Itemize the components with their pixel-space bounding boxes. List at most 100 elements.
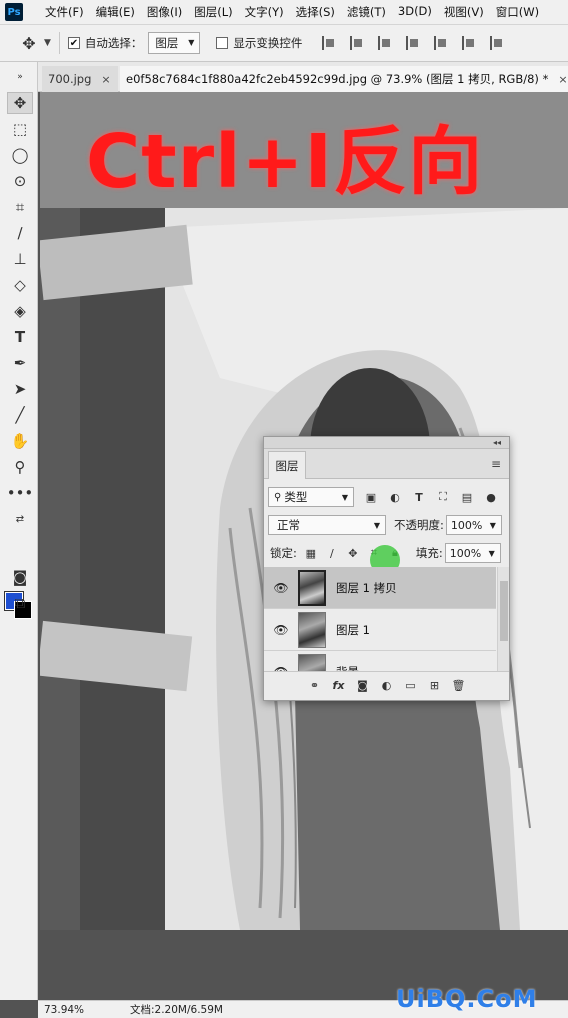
move-tool-icon[interactable]: ✥ [18, 32, 40, 54]
marquee-tool-icon[interactable]: ⬚ [7, 118, 33, 140]
brush-tool-icon[interactable]: ∕ [7, 222, 33, 244]
align-bottom-icon[interactable] [378, 36, 392, 50]
align-left-icon[interactable] [406, 36, 420, 50]
align-vcenter-icon[interactable] [350, 36, 364, 50]
opacity-field[interactable]: 100% ▼ [445, 515, 502, 535]
layer-kind-filter-dropdown[interactable]: ⚲ 类型 ▼ [268, 487, 354, 507]
eraser-tool-icon[interactable]: ◇ [7, 274, 33, 296]
type-tool-icon[interactable]: T [7, 326, 33, 348]
collapse-icon[interactable]: » [7, 66, 33, 88]
canvas-top-area: Ctrl+I反向 [40, 92, 568, 208]
close-icon[interactable]: × [101, 73, 110, 86]
layer-thumbnail [298, 653, 326, 671]
menu-items: 文件(F) 编辑(E) 图像(I) 图层(L) 文字(Y) 选择(S) 滤镜(T… [45, 4, 551, 20]
type-filter-icon[interactable]: T [412, 490, 426, 504]
shape-filter-icon[interactable]: ⛶ [436, 490, 450, 504]
adjustment-filter-icon[interactable]: ◐ [388, 490, 402, 504]
crop-tool-icon[interactable]: ⌗ [7, 196, 33, 218]
fx-icon[interactable]: fx [330, 678, 348, 694]
zoom-tool-icon[interactable]: ⚲ [7, 456, 33, 478]
options-bar: ✥ ▼ ✔ 自动选择： 图层 ▼ 显示变换控件 [0, 24, 568, 62]
document-size-info[interactable]: 文档:2.20M/6.59M [130, 1002, 223, 1017]
scrollbar-thumb[interactable] [500, 581, 508, 641]
menu-type[interactable]: 文字(Y) [245, 4, 284, 20]
panel-collapse-icon[interactable]: ◂◂ [264, 437, 509, 449]
hamburger-menu-icon[interactable]: ≡ [491, 457, 501, 471]
align-right-icon[interactable] [462, 36, 476, 50]
more-tools-icon[interactable]: ••• [7, 482, 34, 504]
search-icon: ⚲ [274, 491, 282, 503]
adjustment-layer-icon[interactable]: ◐ [378, 678, 396, 694]
tab-label: 700.jpg [48, 72, 92, 86]
blend-mode-dropdown[interactable]: 正常 ▼ [268, 515, 386, 535]
menu-layer[interactable]: 图层(L) [194, 4, 232, 20]
fill-field[interactable]: 100% ▼ [444, 543, 501, 563]
lock-position-icon[interactable]: ✥ [346, 546, 360, 560]
zoom-level[interactable]: 73.94% [44, 1004, 100, 1016]
hand-tool-icon[interactable]: ✋ [7, 430, 33, 452]
pen-tool-icon[interactable]: ✒ [7, 352, 33, 374]
link-layers-icon[interactable]: ⚭ [306, 678, 324, 694]
pixel-filter-icon[interactable]: ▣ [364, 490, 378, 504]
photoshop-logo-icon[interactable]: Ps [5, 3, 23, 21]
tab-active-document[interactable]: e0f58c7684c1f880a42fc2eb4592c99d.jpg @ 7… [120, 66, 568, 92]
group-folder-icon[interactable]: ▭ [402, 678, 420, 694]
chevron-down-icon: ▼ [373, 521, 380, 530]
add-mask-icon[interactable]: ◙ [354, 678, 372, 694]
layer-row[interactable]: 👁︎ 图层 1 拷贝 [264, 567, 496, 609]
lock-image-icon[interactable]: ∕ [325, 546, 339, 560]
chevron-down-icon: ▼ [188, 38, 195, 47]
filter-toggle-icon[interactable]: ● [484, 490, 498, 504]
tools-panel: » ✥ ⬚ ◯ ⊙ ⌗ ∕ ⊥ ◇ ◈ T ✒ ➤ ╱ ✋ ⚲ ••• ⇄ ◙ … [0, 62, 38, 1000]
trash-icon[interactable]: 🗑︎ [450, 678, 468, 694]
quick-select-tool-icon[interactable]: ⊙ [7, 170, 33, 192]
menu-filter[interactable]: 滤镜(T) [347, 4, 386, 20]
quick-mask-icon[interactable]: ◙ [7, 566, 33, 588]
menu-select[interactable]: 选择(S) [296, 4, 335, 20]
layers-scrollbar[interactable] [497, 567, 509, 671]
blend-mode-value: 正常 [277, 518, 300, 532]
opacity-label: 不透明度: [394, 518, 444, 532]
layer-row[interactable]: 👁︎ 图层 1 [264, 609, 496, 651]
auto-select-label: 自动选择： [84, 36, 143, 50]
chevron-down-icon[interactable]: ▼ [44, 38, 51, 48]
menu-3d[interactable]: 3D(D) [398, 4, 432, 20]
align-top-icon[interactable] [322, 36, 336, 50]
eye-icon[interactable]: 👁︎ [272, 623, 290, 637]
lasso-tool-icon[interactable]: ◯ [7, 144, 33, 166]
lock-transparent-icon[interactable]: ▦ [304, 546, 318, 560]
document-tabs: 700.jpg × e0f58c7684c1f880a42fc2eb4592c9… [38, 62, 568, 92]
layer-name: 图层 1 拷贝 [336, 580, 397, 595]
fill-value: 100% [449, 546, 482, 560]
align-icons [322, 36, 518, 50]
move-tool-icon[interactable]: ✥ [7, 92, 33, 114]
distribute-icon[interactable] [490, 36, 504, 50]
layers-panel: ◂◂ 图层 ≡ ⚲ 类型 ▼ ▣ ◐ T ⛶ ▤ ● 正常 ▼ 不透明度: 10… [263, 436, 510, 701]
path-select-tool-icon[interactable]: ➤ [7, 378, 33, 400]
menu-edit[interactable]: 编辑(E) [96, 4, 135, 20]
overlay-caption: Ctrl+I反向 [86, 119, 484, 205]
auto-select-checkbox[interactable]: ✔ [67, 37, 80, 49]
align-hcenter-icon[interactable] [434, 36, 448, 50]
dodge-tool-icon[interactable]: ◈ [7, 300, 33, 322]
show-transform-checkbox[interactable] [216, 37, 229, 49]
tab-700-jpg[interactable]: 700.jpg × [42, 66, 118, 92]
auto-select-target-dropdown[interactable]: 图层 ▼ [148, 32, 201, 54]
opacity-value: 100% [450, 518, 483, 532]
layer-thumbnail [298, 611, 326, 648]
menu-file[interactable]: 文件(F) [45, 4, 84, 20]
eye-icon[interactable]: 👁︎ [272, 581, 290, 595]
swap-colors-icon[interactable]: ⇄ [7, 508, 33, 530]
tab-layers[interactable]: 图层 [268, 451, 306, 479]
site-watermark: UiBQ.CoM [396, 985, 538, 1013]
new-layer-icon[interactable]: ⊞ [426, 678, 444, 694]
menu-view[interactable]: 视图(V) [444, 4, 484, 20]
line-tool-icon[interactable]: ╱ [7, 404, 33, 426]
menu-window[interactable]: 窗口(W) [496, 4, 539, 20]
layer-row[interactable]: 👁︎ 背景 [264, 651, 496, 671]
menu-image[interactable]: 图像(I) [147, 4, 182, 20]
stamp-tool-icon[interactable]: ⊥ [7, 248, 33, 270]
smart-object-filter-icon[interactable]: ▤ [460, 490, 474, 504]
screen-mode-icon[interactable]: ⧉ [7, 592, 33, 614]
close-icon[interactable]: × [558, 73, 567, 86]
